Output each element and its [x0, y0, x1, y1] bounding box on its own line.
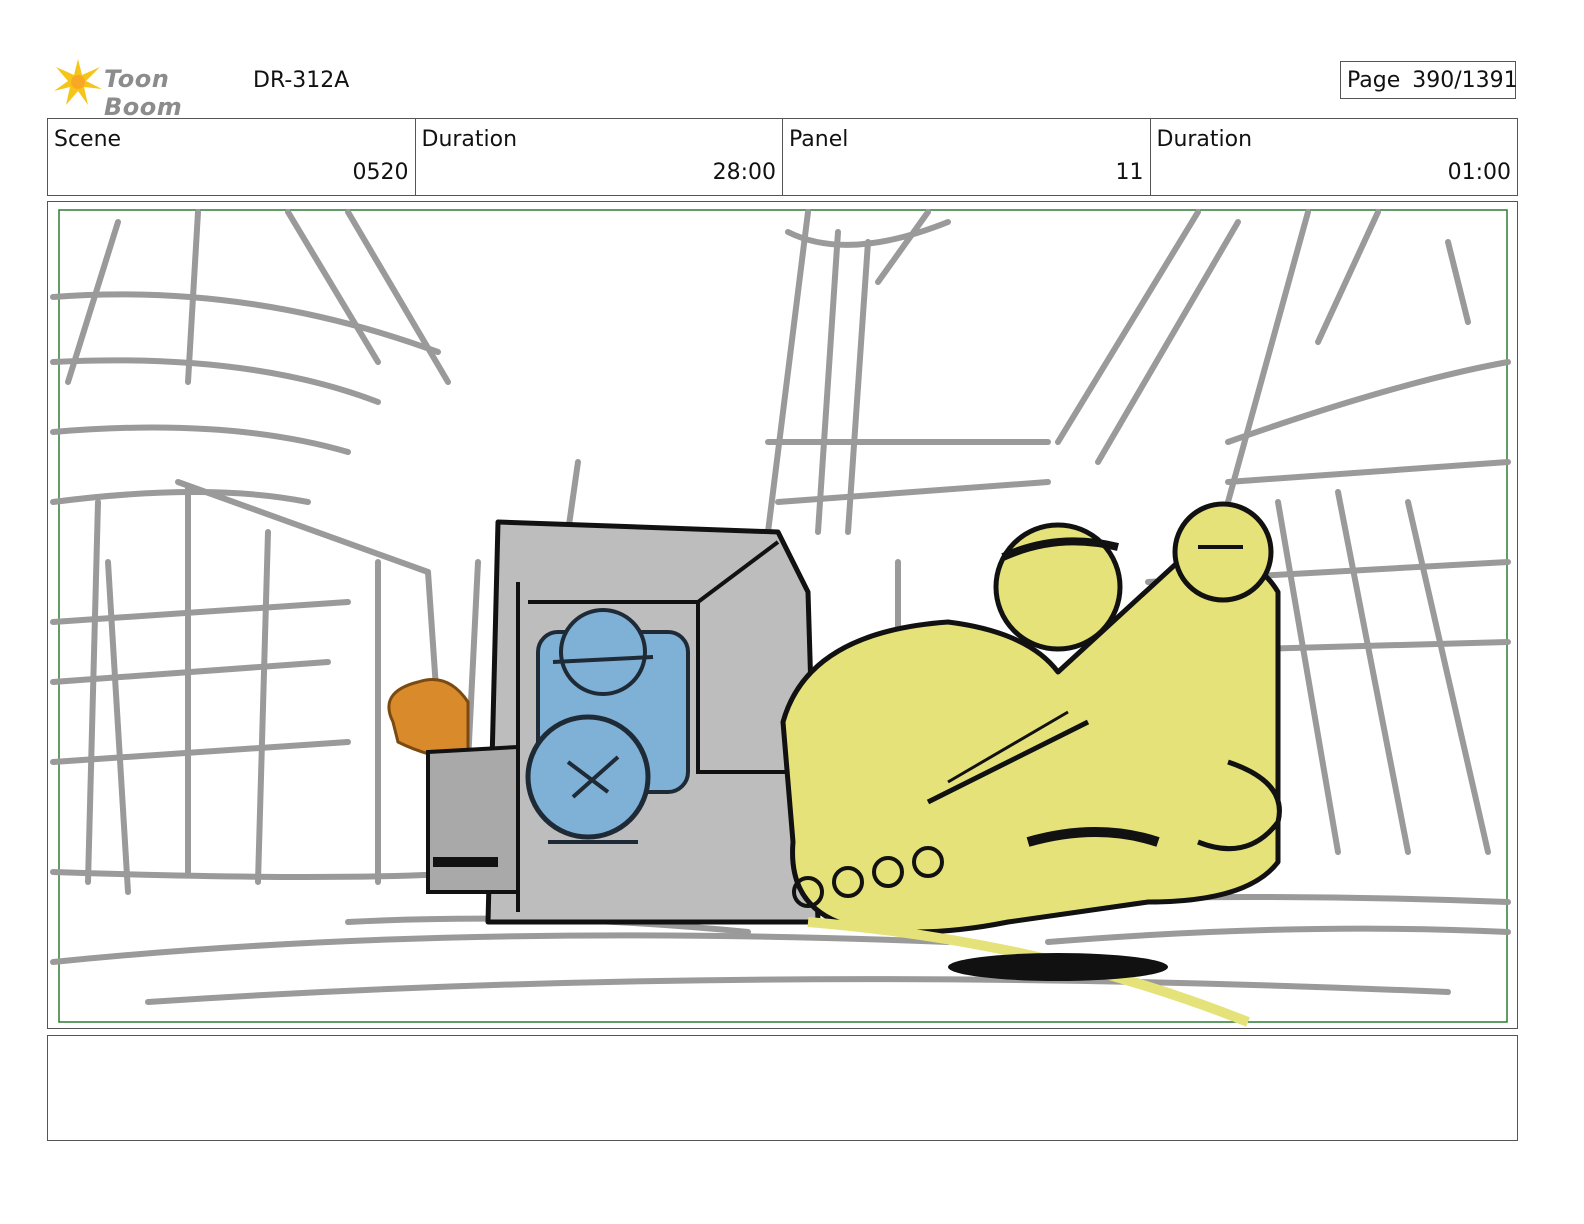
- panel-sketch: [50, 209, 1511, 1027]
- scene-duration-cell: Duration 28:00: [416, 119, 783, 195]
- page-indicator: Page 390/1391: [1340, 61, 1518, 99]
- project-code: DR-312A: [253, 68, 350, 93]
- page-label: Page: [1347, 67, 1401, 93]
- panel-cell: Panel 11: [783, 119, 1151, 195]
- scene-info-table: Scene 0520 Duration 28:00 Panel 11 Durat…: [47, 118, 1518, 196]
- scene-value: 0520: [352, 160, 409, 185]
- panel-duration-value: 01:00: [1447, 160, 1511, 185]
- scene-label: Scene: [54, 127, 122, 152]
- scene-duration-value: 28:00: [712, 160, 776, 185]
- page-number: 390/1391: [1412, 67, 1518, 93]
- panel-notes-box: [47, 1035, 1518, 1141]
- storyboard-panel: [47, 201, 1518, 1029]
- panel-label: Panel: [789, 127, 849, 152]
- panel-duration-label: Duration: [1156, 127, 1253, 152]
- scene-cell: Scene 0520: [48, 119, 416, 195]
- starburst-logo-icon: [54, 59, 102, 105]
- panel-value: 11: [1115, 160, 1144, 185]
- yellow-character: [780, 501, 1282, 1027]
- panel-duration-cell: Duration 01:00: [1151, 119, 1518, 195]
- logo-text: Toon Boom: [104, 65, 183, 121]
- toon-boom-logo: Toon Boom: [52, 55, 252, 121]
- scene-duration-label: Duration: [421, 127, 518, 152]
